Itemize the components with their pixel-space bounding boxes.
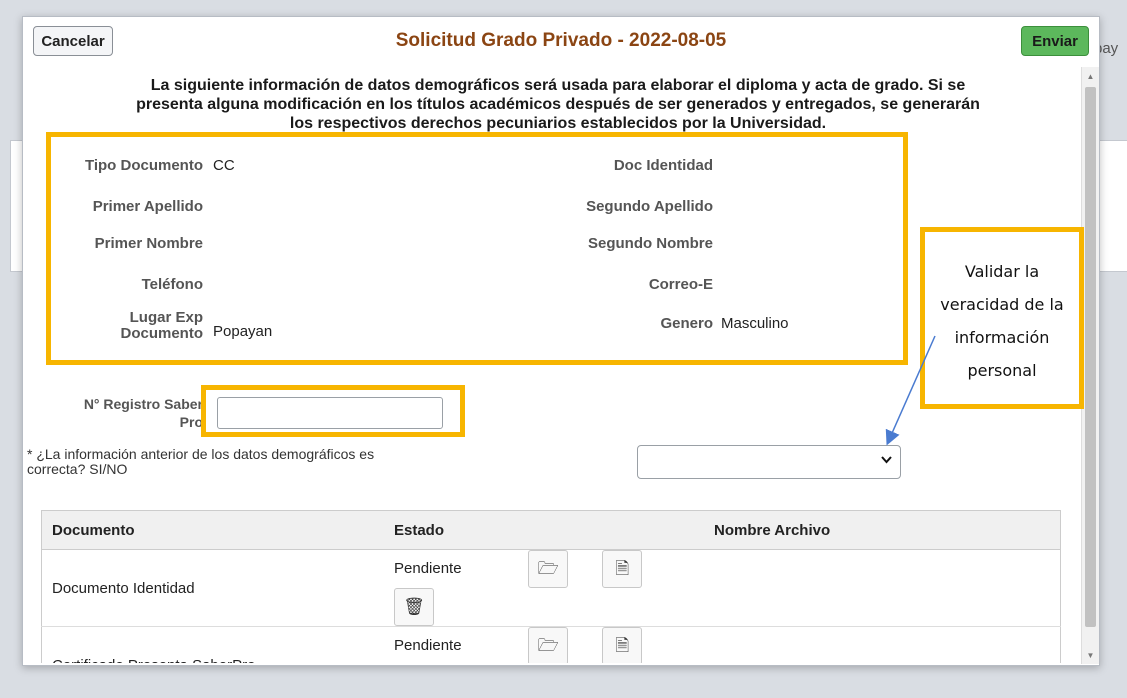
- documento-cell: Certificado Presenta SaberPro: [41, 626, 384, 663]
- saberpro-label-line: Pro: [179, 414, 203, 430]
- estado-cell: Pendiente 🗁 🗎 🗑: [384, 626, 704, 663]
- modal-title: Solicitud Grado Privado - 2022-08-05: [395, 30, 727, 51]
- documento-cell: Documento Identidad: [41, 549, 384, 627]
- scroll-up-icon[interactable]: ▲: [1082, 69, 1099, 85]
- confirmation-question: * ¿La información anterior de los datos …: [27, 447, 374, 477]
- table-row: Certificado Presenta SaberPro Pendiente …: [41, 626, 1061, 663]
- saberpro-label-line: N° Registro Saber: [83, 396, 203, 412]
- scroll-thumb[interactable]: [1085, 87, 1096, 627]
- callout-line: veracidad de la: [940, 295, 1064, 314]
- document-edit-icon[interactable]: 🗎: [602, 627, 643, 663]
- column-nombre-archivo: Nombre Archivo: [704, 510, 1061, 550]
- chevron-down-icon: [881, 453, 892, 467]
- send-button[interactable]: Enviar: [1021, 26, 1089, 56]
- intro-line: La siguiente información de datos demogr…: [150, 77, 966, 94]
- callout-line: información: [954, 328, 1050, 347]
- confirmation-select[interactable]: [637, 445, 901, 479]
- nombre-archivo-cell: [704, 626, 1061, 663]
- question-line: * ¿La información anterior de los datos …: [27, 446, 375, 462]
- intro-text: La siguiente información de datos demogr…: [43, 76, 1073, 133]
- callout-line: Validar la: [964, 262, 1040, 281]
- estado-text: Pendiente: [394, 636, 462, 654]
- table-header-row: Documento Estado Nombre Archivo: [41, 510, 1061, 550]
- documents-table: Documento Estado Nombre Archivo Document…: [41, 510, 1061, 663]
- saberpro-highlight: [201, 385, 465, 437]
- scroll-down-icon[interactable]: ▼: [1082, 648, 1099, 664]
- question-line: correcta? SI/NO: [27, 461, 128, 477]
- cancel-button[interactable]: Cancelar: [33, 26, 113, 56]
- table-row: Documento Identidad Pendiente 🗁 🗎 🗑: [41, 549, 1061, 627]
- folder-open-icon[interactable]: 🗁: [528, 627, 569, 663]
- modal-header: Solicitud Grado Privado - 2022-08-05 Can…: [23, 17, 1099, 73]
- intro-line: los respectivos derechos pecuniarios est…: [289, 115, 827, 132]
- column-documento: Documento: [41, 510, 384, 550]
- estado-cell: Pendiente 🗁 🗎 🗑: [384, 549, 704, 627]
- document-edit-icon[interactable]: 🗎: [602, 550, 643, 588]
- annotation-callout: Validar la veracidad de la información p…: [920, 227, 1084, 409]
- estado-text: Pendiente: [394, 559, 462, 577]
- personal-info-highlight: [46, 132, 908, 365]
- callout-line: personal: [967, 361, 1037, 380]
- trash-icon[interactable]: 🗑: [394, 588, 434, 626]
- saberpro-label: N° Registro Saber Pro: [43, 395, 203, 431]
- nombre-archivo-cell: [704, 549, 1061, 627]
- column-estado: Estado: [384, 510, 704, 550]
- intro-line: presenta alguna modificación en los títu…: [136, 96, 980, 113]
- folder-open-icon[interactable]: 🗁: [528, 550, 569, 588]
